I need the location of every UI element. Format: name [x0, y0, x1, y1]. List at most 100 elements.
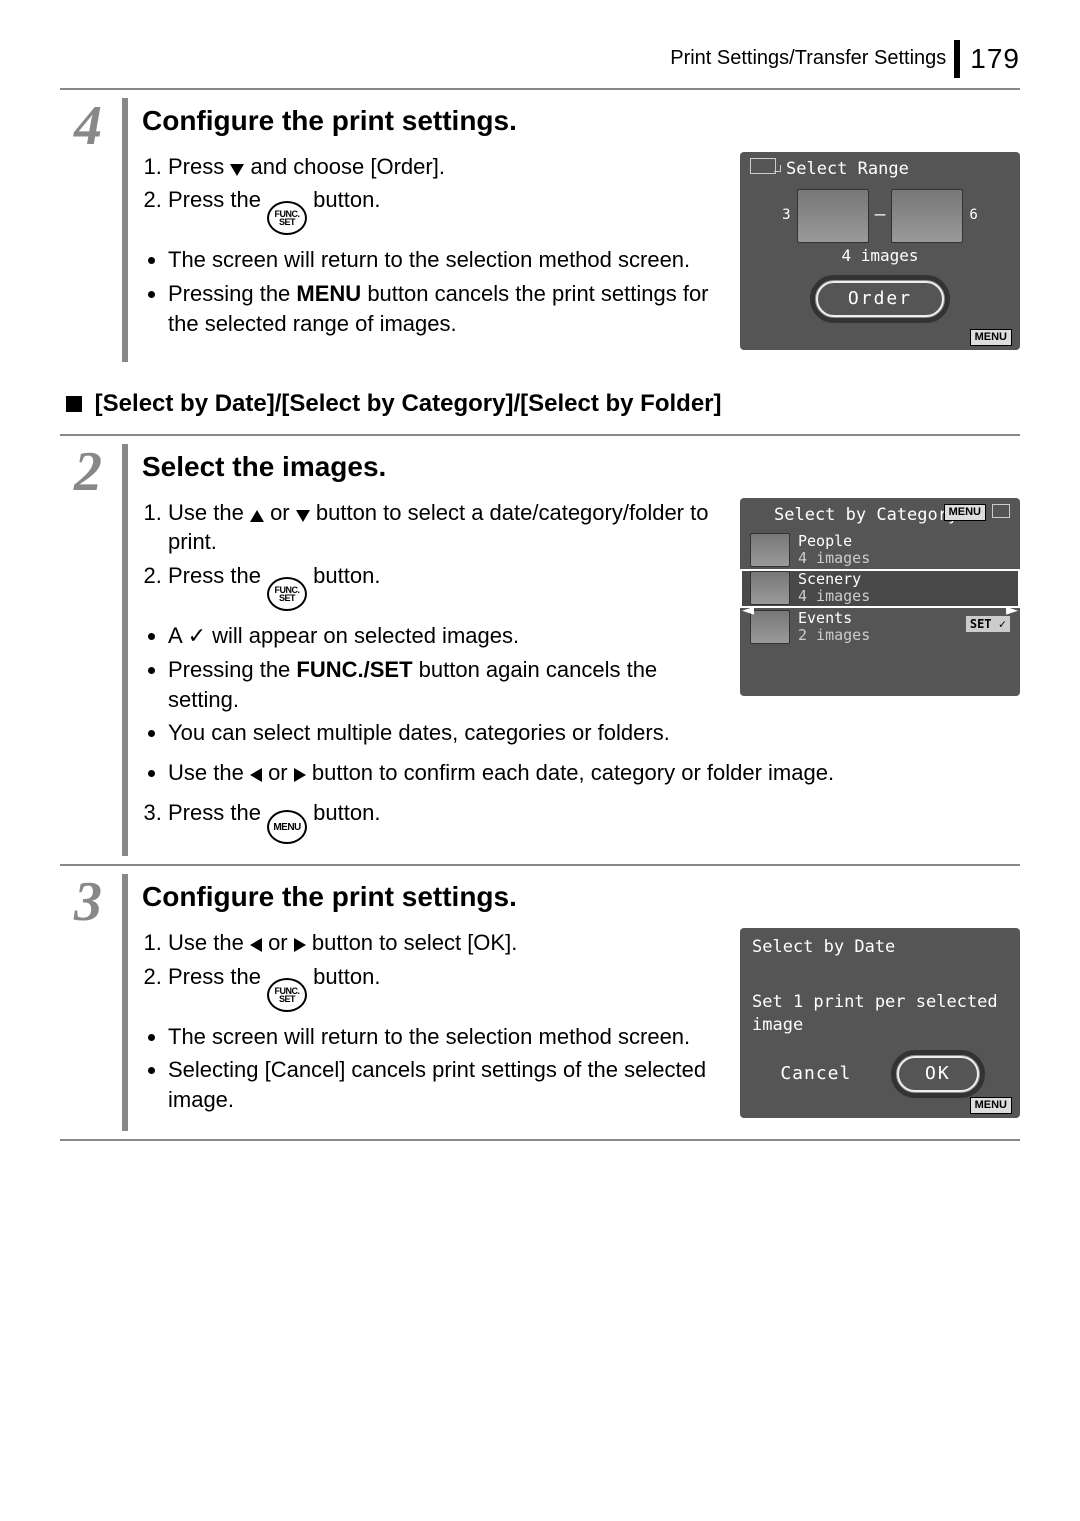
step3-bullet-1: The screen will return to the selection …: [168, 1022, 722, 1052]
category-count: 4 images: [798, 588, 870, 605]
text: Pressing the: [168, 281, 296, 306]
square-bullet-icon: [66, 396, 82, 412]
check-icon: ✓: [188, 623, 206, 648]
step-title: Configure the print settings.: [142, 878, 1020, 916]
step-3: 3 Configure the print settings. Use the …: [60, 870, 1020, 1135]
menu-badge: MENU: [970, 329, 1012, 346]
divider: [60, 88, 1020, 90]
text: or: [270, 500, 296, 525]
step-number: 4: [60, 94, 116, 366]
category-row-people[interactable]: People 4 images: [740, 531, 1020, 570]
step2-item-3: Press the MENU button.: [168, 798, 1020, 845]
left-arrow-icon: [250, 938, 262, 952]
step-bar: [122, 444, 128, 856]
menu-badge: MENU: [944, 504, 986, 521]
text: Pressing the: [168, 657, 296, 682]
camera-screenshot-select-category: Select by Category MENU People 4 images …: [740, 498, 1020, 696]
step2-bullet-2: Pressing the FUNC./SET button again canc…: [168, 655, 722, 714]
text: Press the: [168, 964, 267, 989]
icon-text: MENU: [273, 823, 300, 832]
text: will appear on selected images.: [212, 623, 519, 648]
step-bar: [122, 98, 128, 362]
step4-item-2: Press the FUNC. SET button.: [168, 185, 722, 235]
cam-title: Select by Date: [740, 928, 1020, 967]
ok-button[interactable]: OK: [896, 1055, 980, 1093]
icon-text-bot: SET: [279, 218, 295, 226]
category-count: 4 images: [798, 550, 870, 567]
text: Press the: [168, 563, 267, 588]
right-arrow-icon: [294, 768, 306, 782]
icon-text-bot: SET: [279, 594, 295, 602]
func-set-word: FUNC./SET: [296, 657, 412, 682]
step-number: 3: [60, 870, 116, 1135]
text: Use the: [168, 500, 250, 525]
menu-word: MENU: [296, 281, 361, 306]
text: button.: [313, 187, 380, 212]
cancel-button[interactable]: Cancel: [780, 1062, 851, 1086]
thumbnail: [750, 533, 790, 567]
page-header: Print Settings/Transfer Settings 179: [60, 40, 1020, 78]
step3-item-1: Use the or button to select [OK].: [168, 928, 722, 958]
text: or: [268, 760, 294, 785]
thumbnail: [750, 610, 790, 644]
step-2: 2 Select the images. Use the or button t…: [60, 440, 1020, 860]
text: button to select [OK].: [312, 930, 517, 955]
right-arrow-icon: [294, 938, 306, 952]
sub-heading: [Select by Date]/[Select by Category]/[S…: [66, 388, 1020, 420]
category-name: People: [798, 533, 870, 550]
right-arrow-icon: ►: [1006, 596, 1018, 623]
step3-item-2: Press the FUNC. SET button.: [168, 962, 722, 1012]
left-arrow-icon: [250, 768, 262, 782]
menu-badge: MENU: [970, 1097, 1012, 1114]
step-title: Configure the print settings.: [142, 102, 1020, 140]
text: or: [268, 930, 294, 955]
bracket-icon: [750, 158, 776, 174]
order-button[interactable]: Order: [815, 280, 945, 318]
step2-item-2: Press the FUNC. SET button.: [168, 561, 722, 611]
range-count: 4 images: [740, 245, 1020, 267]
divider: [60, 434, 1020, 436]
func-set-icon: FUNC. SET: [267, 577, 307, 611]
text: button.: [313, 563, 380, 588]
range-right-num: 6: [969, 206, 977, 225]
text: Use the: [168, 930, 250, 955]
step-number: 2: [60, 440, 116, 860]
camera-screenshot-select-date: Select by Date Set 1 print per selected …: [740, 928, 1020, 1118]
thumbnail: [750, 571, 790, 605]
down-arrow-icon: [296, 510, 310, 522]
func-set-icon: FUNC. SET: [267, 978, 307, 1012]
step-2-text: Use the or button to select a date/categ…: [142, 498, 722, 752]
text: and choose [Order].: [250, 154, 444, 179]
step4-bullet-1: The screen will return to the selection …: [168, 245, 722, 275]
divider: [60, 1139, 1020, 1141]
text: button.: [313, 800, 380, 825]
down-arrow-icon: [230, 164, 244, 176]
header-title: Print Settings/Transfer Settings: [670, 45, 946, 72]
text: A: [168, 623, 188, 648]
step2-bullet-3: You can select multiple dates, categorie…: [168, 718, 722, 748]
category-row-scenery[interactable]: Scenery 4 images: [740, 569, 1020, 608]
text: Use the: [168, 760, 250, 785]
text: button.: [313, 964, 380, 989]
text: Press: [168, 154, 230, 179]
cam-title: Select Range: [740, 152, 1020, 185]
category-name: Scenery: [798, 571, 870, 588]
step-3-text: Use the or button to select [OK]. Press …: [142, 928, 722, 1119]
range-left-num: 3: [782, 206, 790, 225]
sub-heading-text: [Select by Date]/[Select by Category]/[S…: [95, 390, 722, 417]
page-number: 179: [954, 40, 1020, 78]
cam-message: Set 1 print per selected image: [740, 967, 1020, 1045]
divider: [60, 864, 1020, 866]
step-4-text: Press and choose [Order]. Press the FUNC…: [142, 152, 722, 350]
thumbnail: [891, 189, 963, 243]
step3-bullet-2: Selecting [Cancel] cancels print setting…: [168, 1055, 722, 1114]
camera-screenshot-select-range: Select Range 3 – 6 4 images Order MENU: [740, 152, 1020, 350]
print-icon: [992, 504, 1010, 518]
step-title: Select the images.: [142, 448, 1020, 486]
left-arrow-icon: ◄: [742, 596, 754, 623]
icon-text-bot: SET: [279, 995, 295, 1003]
step2-bullet-1: A ✓ will appear on selected images.: [168, 621, 722, 651]
category-count: 2 images: [798, 627, 870, 644]
up-arrow-icon: [250, 510, 264, 522]
step4-item-1: Press and choose [Order].: [168, 152, 722, 182]
